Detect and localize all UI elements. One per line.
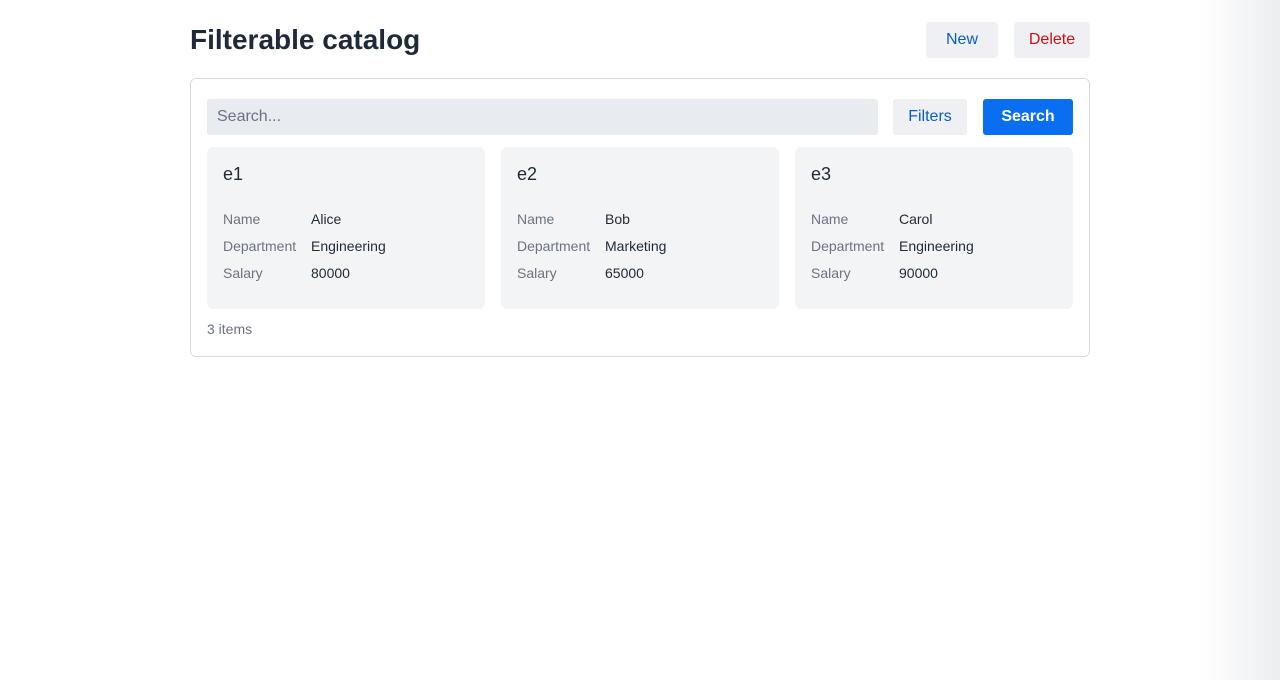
page-title: Filterable catalog — [190, 24, 421, 55]
field-value: Bob — [605, 211, 630, 227]
field-row-name: Name Alice — [223, 209, 473, 229]
card-grid: e1 Name Alice Department Engineering Sal… — [207, 147, 1073, 309]
field-value: Marketing — [605, 238, 667, 254]
card-title: e2 — [517, 164, 538, 184]
delete-button[interactable]: Delete — [1014, 22, 1090, 58]
card-title: e3 — [811, 164, 832, 184]
field-value: 80000 — [311, 265, 350, 281]
catalog-card[interactable]: e1 Name Alice Department Engineering Sal… — [207, 147, 485, 309]
catalog-panel: Filters Search e1 Name Alice Department … — [190, 78, 1090, 357]
new-button[interactable]: New — [926, 22, 998, 58]
field-row-name: Name Carol — [811, 209, 1061, 229]
field-label: Name — [811, 211, 849, 227]
card-title: e1 — [223, 164, 244, 184]
item-count: 3 items — [207, 321, 253, 337]
window-edge-shadow — [1200, 0, 1280, 680]
field-row-salary: Salary 65000 — [517, 263, 767, 283]
filters-button[interactable]: Filters — [893, 99, 967, 135]
field-row-department: Department Engineering — [811, 236, 1061, 256]
field-label: Salary — [223, 265, 263, 281]
field-label: Salary — [811, 265, 851, 281]
field-row-department: Department Engineering — [223, 236, 473, 256]
field-row-salary: Salary 80000 — [223, 263, 473, 283]
search-button[interactable]: Search — [983, 99, 1073, 135]
field-label: Department — [811, 238, 885, 254]
field-row-salary: Salary 90000 — [811, 263, 1061, 283]
field-value: Engineering — [899, 238, 974, 254]
field-label: Name — [223, 211, 261, 227]
field-label: Department — [517, 238, 591, 254]
field-row-department: Department Marketing — [517, 236, 767, 256]
field-value: Carol — [899, 211, 933, 227]
field-label: Name — [517, 211, 555, 227]
catalog-card[interactable]: e2 Name Bob Department Marketing Salary … — [501, 147, 779, 309]
catalog-card[interactable]: e3 Name Carol Department Engineering Sal… — [795, 147, 1073, 309]
field-row-name: Name Bob — [517, 209, 767, 229]
field-label: Department — [223, 238, 297, 254]
field-value: Alice — [311, 211, 342, 227]
field-value: 65000 — [605, 265, 644, 281]
search-input[interactable] — [207, 99, 878, 135]
page-header: Filterable catalog New Delete — [190, 22, 1090, 58]
field-value: Engineering — [311, 238, 386, 254]
field-value: 90000 — [899, 265, 938, 281]
field-label: Salary — [517, 265, 557, 281]
